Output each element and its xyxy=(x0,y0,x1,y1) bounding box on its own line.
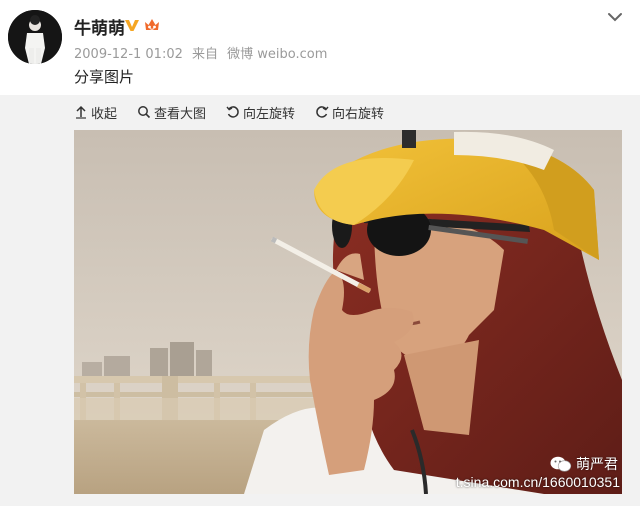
rotate-right-icon xyxy=(316,106,329,118)
username[interactable]: 牛萌萌 xyxy=(74,14,125,39)
avatar[interactable] xyxy=(8,10,62,64)
rotate-left-icon xyxy=(226,106,239,118)
rotate-left-button[interactable]: 向左旋转 xyxy=(226,103,295,122)
post-text: 分享图片 xyxy=(74,68,135,86)
chevron-down-icon[interactable] xyxy=(606,10,624,24)
verified-v-icon xyxy=(125,20,139,31)
view-large-label: 查看大图 xyxy=(154,106,207,122)
media-panel: 收起 查看大图 向左旋转 向右旋转 萌严君 t.sina.com.cn/1660… xyxy=(0,95,640,506)
media-toolbar: 收起 查看大图 向左旋转 向右旋转 xyxy=(74,103,384,122)
crown-icon[interactable] xyxy=(143,16,161,34)
search-icon xyxy=(138,106,151,119)
photo-scene xyxy=(74,130,622,494)
post-meta: 2009-12-1 01:02 来自 微博 weibo.com xyxy=(74,43,332,62)
arrow-up-icon xyxy=(76,105,86,119)
view-large-button[interactable]: 查看大图 xyxy=(137,103,206,122)
watermark-account: 萌严君 xyxy=(550,454,618,474)
rotate-right-button[interactable]: 向右旋转 xyxy=(315,103,384,122)
watermark-account-name: 萌严君 xyxy=(576,457,618,473)
post-source[interactable]: 微博 weibo.com xyxy=(227,47,327,62)
rotate-right-label: 向右旋转 xyxy=(332,106,385,122)
post-header: 牛萌萌 2009-12-1 01:02 来自 微博 weibo.com 分享图片 xyxy=(0,0,640,95)
collapse-label: 收起 xyxy=(91,106,118,122)
post-timestamp[interactable]: 2009-12-1 01:02 xyxy=(74,47,183,62)
post-photo[interactable]: 萌严君 t.sina.com.cn/1660010351 xyxy=(74,130,622,494)
rotate-left-label: 向左旋转 xyxy=(243,106,296,122)
wechat-icon xyxy=(550,456,572,472)
source-prefix: 来自 xyxy=(192,47,219,62)
collapse-button[interactable]: 收起 xyxy=(74,103,117,122)
watermark-url: t.sina.com.cn/1660010351 xyxy=(455,474,620,490)
